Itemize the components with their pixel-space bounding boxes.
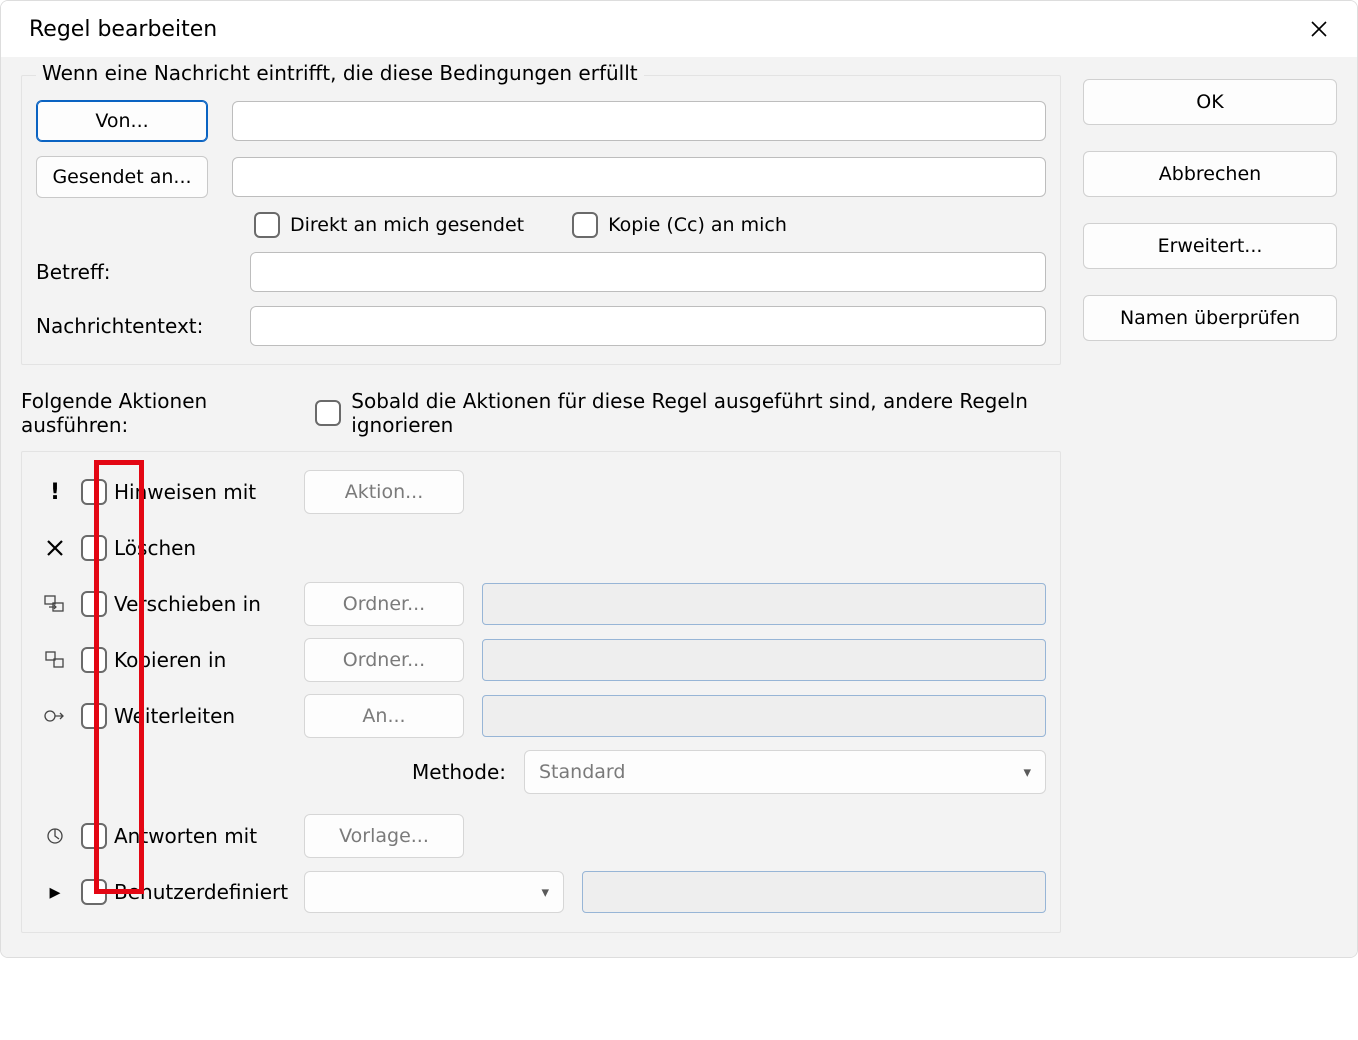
alert-label: Hinweisen mit — [114, 480, 304, 504]
alert-icon: ! — [36, 480, 74, 505]
move-folder-button[interactable]: Ordner... — [304, 582, 464, 626]
copy-label: Kopieren in — [114, 648, 304, 672]
alert-checkbox[interactable] — [81, 479, 107, 505]
custom-checkbox[interactable] — [81, 879, 107, 905]
move-icon — [36, 594, 74, 614]
advanced-button[interactable]: Erweitert... — [1083, 223, 1337, 269]
sent-to-button[interactable]: Gesendet an... — [36, 156, 208, 198]
actions-group: ! Hinweisen mit Aktion... Löschen — [21, 451, 1061, 933]
custom-icon: ▸ — [36, 880, 74, 905]
move-checkbox[interactable] — [81, 591, 107, 617]
forward-icon — [36, 706, 74, 726]
reply-icon — [36, 826, 74, 846]
from-input[interactable] — [232, 101, 1046, 141]
dialog-title: Regel bearbeiten — [29, 17, 217, 42]
method-label: Methode: — [36, 760, 524, 784]
edit-rule-dialog: Regel bearbeiten Wenn eine Nachricht ein… — [0, 0, 1358, 958]
delete-checkbox[interactable] — [81, 535, 107, 561]
method-select[interactable]: Standard ▾ — [524, 750, 1046, 794]
delete-icon — [36, 539, 74, 557]
close-icon[interactable] — [1305, 15, 1333, 43]
body-input[interactable] — [250, 306, 1046, 346]
direct-to-me-label: Direkt an mich gesendet — [290, 214, 524, 236]
custom-label: Benutzerdefiniert — [114, 880, 304, 904]
actions-header: Folgende Aktionen ausführen: — [21, 389, 293, 437]
cancel-button[interactable]: Abbrechen — [1083, 151, 1337, 197]
direct-to-me-checkbox[interactable] — [254, 212, 280, 238]
chevron-down-icon: ▾ — [541, 883, 549, 901]
copy-folder-field[interactable] — [482, 639, 1046, 681]
subject-label: Betreff: — [36, 260, 226, 284]
from-button[interactable]: Von... — [36, 100, 208, 142]
cc-to-me-label: Kopie (Cc) an mich — [608, 214, 787, 236]
delete-label: Löschen — [114, 536, 304, 560]
reply-label: Antworten mit — [114, 824, 304, 848]
forward-to-button[interactable]: An... — [304, 694, 464, 738]
cc-to-me-checkbox[interactable] — [572, 212, 598, 238]
copy-folder-button[interactable]: Ordner... — [304, 638, 464, 682]
method-value: Standard — [539, 761, 625, 783]
move-folder-field[interactable] — [482, 583, 1046, 625]
stop-processing-label: Sobald die Aktionen für diese Regel ausg… — [351, 389, 1061, 437]
move-label: Verschieben in — [114, 592, 304, 616]
reply-checkbox[interactable] — [81, 823, 107, 849]
ok-button[interactable]: OK — [1083, 79, 1337, 125]
alert-action-button[interactable]: Aktion... — [304, 470, 464, 514]
conditions-legend: Wenn eine Nachricht eintrifft, die diese… — [36, 61, 644, 85]
conditions-group: Wenn eine Nachricht eintrifft, die diese… — [21, 75, 1061, 365]
custom-action-select[interactable]: ▾ — [304, 871, 564, 913]
forward-label: Weiterleiten — [114, 704, 304, 728]
stop-processing-checkbox[interactable] — [315, 400, 341, 426]
reply-template-button[interactable]: Vorlage... — [304, 814, 464, 858]
custom-action-field[interactable] — [582, 871, 1046, 913]
forward-to-field[interactable] — [482, 695, 1046, 737]
subject-input[interactable] — [250, 252, 1046, 292]
sent-to-input[interactable] — [232, 157, 1046, 197]
copy-icon — [36, 650, 74, 670]
copy-checkbox[interactable] — [81, 647, 107, 673]
body-label: Nachrichtentext: — [36, 314, 226, 338]
chevron-down-icon: ▾ — [1023, 763, 1031, 781]
titlebar: Regel bearbeiten — [1, 1, 1357, 57]
forward-checkbox[interactable] — [81, 703, 107, 729]
check-names-button[interactable]: Namen überprüfen — [1083, 295, 1337, 341]
